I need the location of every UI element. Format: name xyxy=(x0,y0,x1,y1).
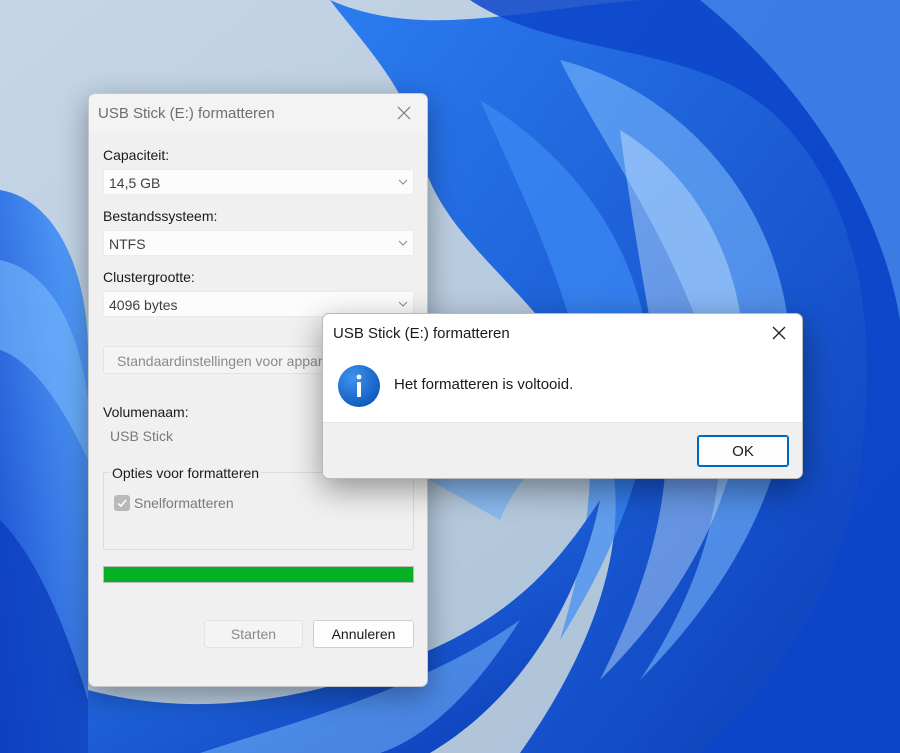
quick-format-checkbox[interactable] xyxy=(114,495,130,511)
capacity-label: Capaciteit: xyxy=(103,147,170,163)
format-dialog-title: USB Stick (E:) formatteren xyxy=(98,105,275,122)
file-system-label: Bestandssysteem: xyxy=(103,208,218,224)
message-box-close-button[interactable] xyxy=(756,314,802,352)
info-icon xyxy=(338,365,380,407)
capacity-value: 14,5 GB xyxy=(109,175,161,191)
start-button[interactable]: Starten xyxy=(204,620,303,648)
file-system-select[interactable]: NTFS xyxy=(103,230,414,256)
message-box-title: USB Stick (E:) formatteren xyxy=(333,325,510,342)
file-system-value: NTFS xyxy=(109,236,146,252)
format-options-legend: Opties voor formatteren xyxy=(110,465,262,481)
format-progress-bar xyxy=(103,566,414,583)
checkmark-icon xyxy=(117,499,127,508)
cluster-size-value: 4096 bytes xyxy=(109,297,178,313)
close-icon xyxy=(772,326,786,340)
format-options-group: Opties voor formatteren Snelformatteren xyxy=(103,465,414,550)
format-dialog-close-button[interactable] xyxy=(381,94,427,132)
ok-button[interactable]: OK xyxy=(697,435,789,467)
completion-message-box: USB Stick (E:) formatteren Het formatter… xyxy=(322,313,803,479)
quick-format-option[interactable]: Snelformatteren xyxy=(114,495,234,511)
chevron-down-icon xyxy=(398,301,408,307)
cancel-button[interactable]: Annuleren xyxy=(313,620,414,648)
close-icon xyxy=(397,106,411,120)
chevron-down-icon xyxy=(398,240,408,246)
message-box-footer: OK xyxy=(323,422,802,478)
format-dialog-titlebar[interactable]: USB Stick (E:) formatteren xyxy=(89,94,427,132)
capacity-select[interactable]: 14,5 GB xyxy=(103,169,414,195)
volume-name-label: Volumenaam: xyxy=(103,404,189,420)
completion-message: Het formatteren is voltooid. xyxy=(394,376,574,393)
chevron-down-icon xyxy=(398,179,408,185)
cluster-size-label: Clustergrootte: xyxy=(103,269,195,285)
progress-fill xyxy=(104,567,413,582)
quick-format-label: Snelformatteren xyxy=(134,495,234,511)
